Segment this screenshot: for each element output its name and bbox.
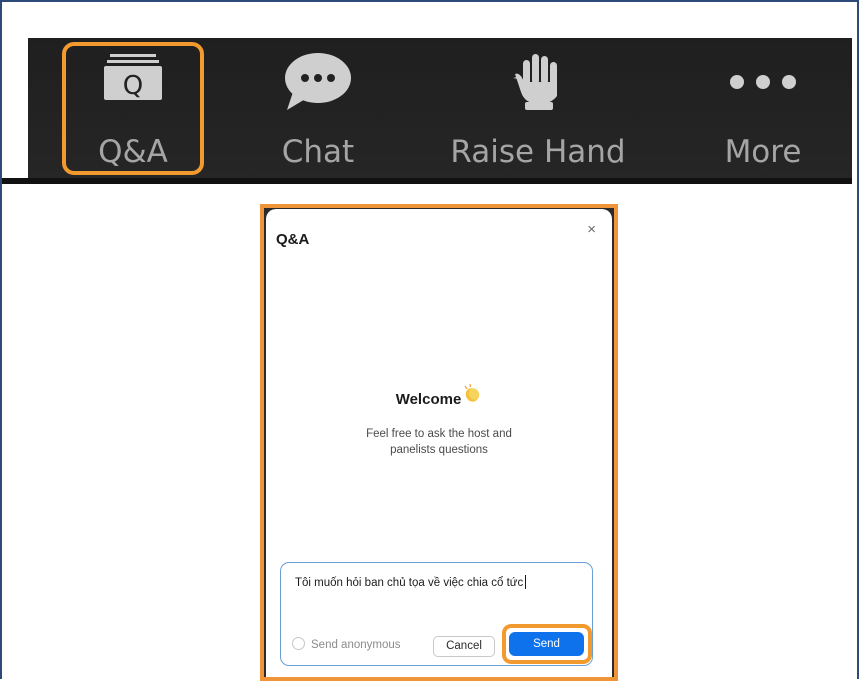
- clapping-hands-icon: [462, 383, 482, 407]
- qa-toolbar-label: Q&A: [98, 134, 168, 170]
- question-input[interactable]: Tôi muốn hỏi ban chủ tọa về việc chia cổ…: [295, 575, 527, 589]
- welcome-text: Welcome: [395, 391, 462, 408]
- send-anonymous-checkbox[interactable]: Send anonymous: [292, 637, 401, 651]
- chat-bubble-icon: [283, 52, 353, 117]
- text-caret: [525, 575, 527, 589]
- cancel-button[interactable]: Cancel: [433, 636, 495, 657]
- qa-dialog: Q&A × Welcome Feel free to ask the host …: [266, 209, 612, 677]
- screenshot-frame: Q Q&A Chat Raise Hand More Q&A × Welcome…: [0, 0, 859, 681]
- welcome-subtitle-line1: Feel free to ask the host and: [366, 428, 512, 440]
- chat-toolbar-button[interactable]: Chat: [263, 38, 373, 178]
- svg-text:Q: Q: [123, 71, 143, 101]
- raise-hand-toolbar-label: Raise Hand: [450, 134, 626, 170]
- chat-toolbar-label: Chat: [281, 134, 355, 170]
- question-input-value: Tôi muốn hỏi ban chủ tọa về việc chia cổ…: [295, 577, 524, 589]
- welcome-heading: Welcome: [266, 383, 612, 408]
- meeting-toolbar: Q Q&A Chat Raise Hand More: [2, 38, 852, 184]
- welcome-subtitle: Feel free to ask the host and panelists …: [266, 426, 612, 458]
- qa-dialog-title: Q&A: [276, 231, 310, 248]
- toolbar-baseline: [2, 178, 852, 184]
- welcome-subtitle-line2: panelists questions: [390, 444, 488, 456]
- send-anonymous-label: Send anonymous: [311, 639, 401, 651]
- more-toolbar-label: More: [724, 134, 802, 170]
- more-toolbar-button[interactable]: More: [708, 38, 818, 178]
- checkbox-icon: [292, 637, 305, 650]
- question-compose-box: Tôi muốn hỏi ban chủ tọa về việc chia cổ…: [280, 562, 593, 666]
- raise-hand-icon: [511, 52, 565, 117]
- qa-dialog-window: Q&A × Welcome Feel free to ask the host …: [260, 204, 618, 681]
- qa-toolbar-button[interactable]: Q Q&A: [68, 38, 198, 178]
- close-icon[interactable]: ×: [587, 221, 596, 238]
- qa-dialog-border: Q&A × Welcome Feel free to ask the host …: [264, 208, 614, 677]
- send-button[interactable]: Send: [509, 632, 584, 656]
- raise-hand-toolbar-button[interactable]: Raise Hand: [438, 38, 638, 178]
- qa-icon: Q: [102, 52, 164, 107]
- more-dots-icon: [727, 74, 799, 95]
